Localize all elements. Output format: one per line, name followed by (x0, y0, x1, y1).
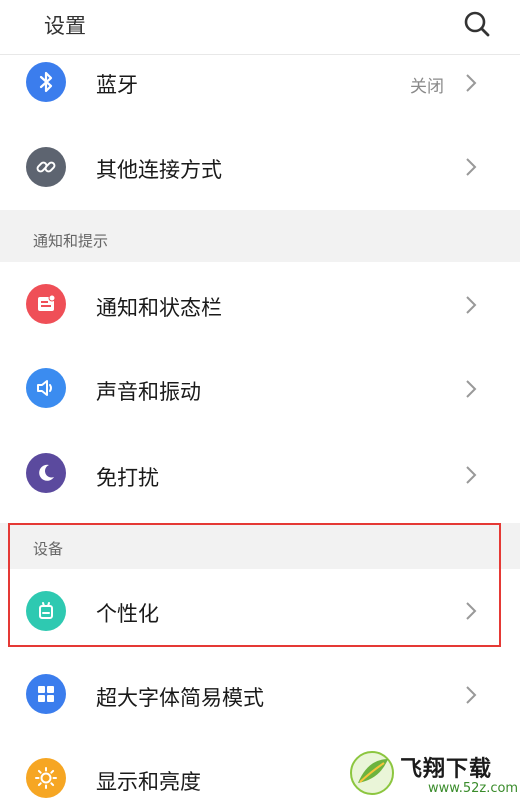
chevron-right-icon (466, 686, 477, 704)
settings-item-personalize[interactable]: 个性化 (0, 569, 520, 647)
chevron-right-icon (466, 602, 477, 620)
chevron-right-icon (466, 74, 477, 92)
settings-item-other-connections[interactable]: 其他连接方式 (0, 124, 520, 210)
chevron-right-icon (466, 380, 477, 398)
section-header-device: 设备 (0, 523, 520, 569)
link-icon (26, 147, 66, 187)
speaker-icon (26, 368, 66, 408)
personalize-icon (26, 591, 66, 631)
settings-item-sound[interactable]: 声音和振动 (0, 348, 520, 434)
watermark-url: www.52z.com (428, 781, 519, 796)
sound-label: 声音和振动 (96, 380, 201, 404)
watermark-logo-icon (350, 751, 394, 795)
grid-icon (26, 674, 66, 714)
bluetooth-icon (26, 62, 66, 102)
other-connections-label: 其他连接方式 (96, 158, 222, 182)
section-header-notifications: 通知和提示 (0, 210, 520, 262)
display-label: 显示和亮度 (96, 770, 201, 794)
bluetooth-label: 蓝牙 (96, 73, 138, 97)
chevron-right-icon (466, 466, 477, 484)
chevron-right-icon (466, 158, 477, 176)
settings-item-dnd[interactable]: 免打扰 (0, 434, 520, 520)
personalize-label: 个性化 (96, 602, 159, 626)
bluetooth-status: 关闭 (410, 77, 444, 97)
notification-icon (26, 284, 66, 324)
moon-icon (26, 453, 66, 493)
large-font-label: 超大字体简易模式 (96, 686, 264, 710)
dnd-label: 免打扰 (96, 466, 159, 490)
page-title: 设置 (44, 14, 86, 38)
header-bar: 设置 (0, 0, 520, 55)
chevron-right-icon (466, 296, 477, 314)
settings-item-notifications[interactable]: 通知和状态栏 (0, 262, 520, 348)
section-label: 通知和提示 (33, 232, 109, 250)
settings-item-large-font[interactable]: 超大字体简易模式 (0, 654, 520, 738)
watermark-brand: 飞翔下载 (400, 757, 493, 782)
settings-item-bluetooth[interactable]: 蓝牙 关闭 (0, 55, 520, 111)
watermark: 飞翔下载 www.52z.com (348, 745, 520, 804)
sun-icon (26, 758, 66, 798)
search-icon[interactable] (462, 9, 492, 39)
notifications-label: 通知和状态栏 (96, 296, 222, 320)
section-label: 设备 (33, 540, 64, 558)
